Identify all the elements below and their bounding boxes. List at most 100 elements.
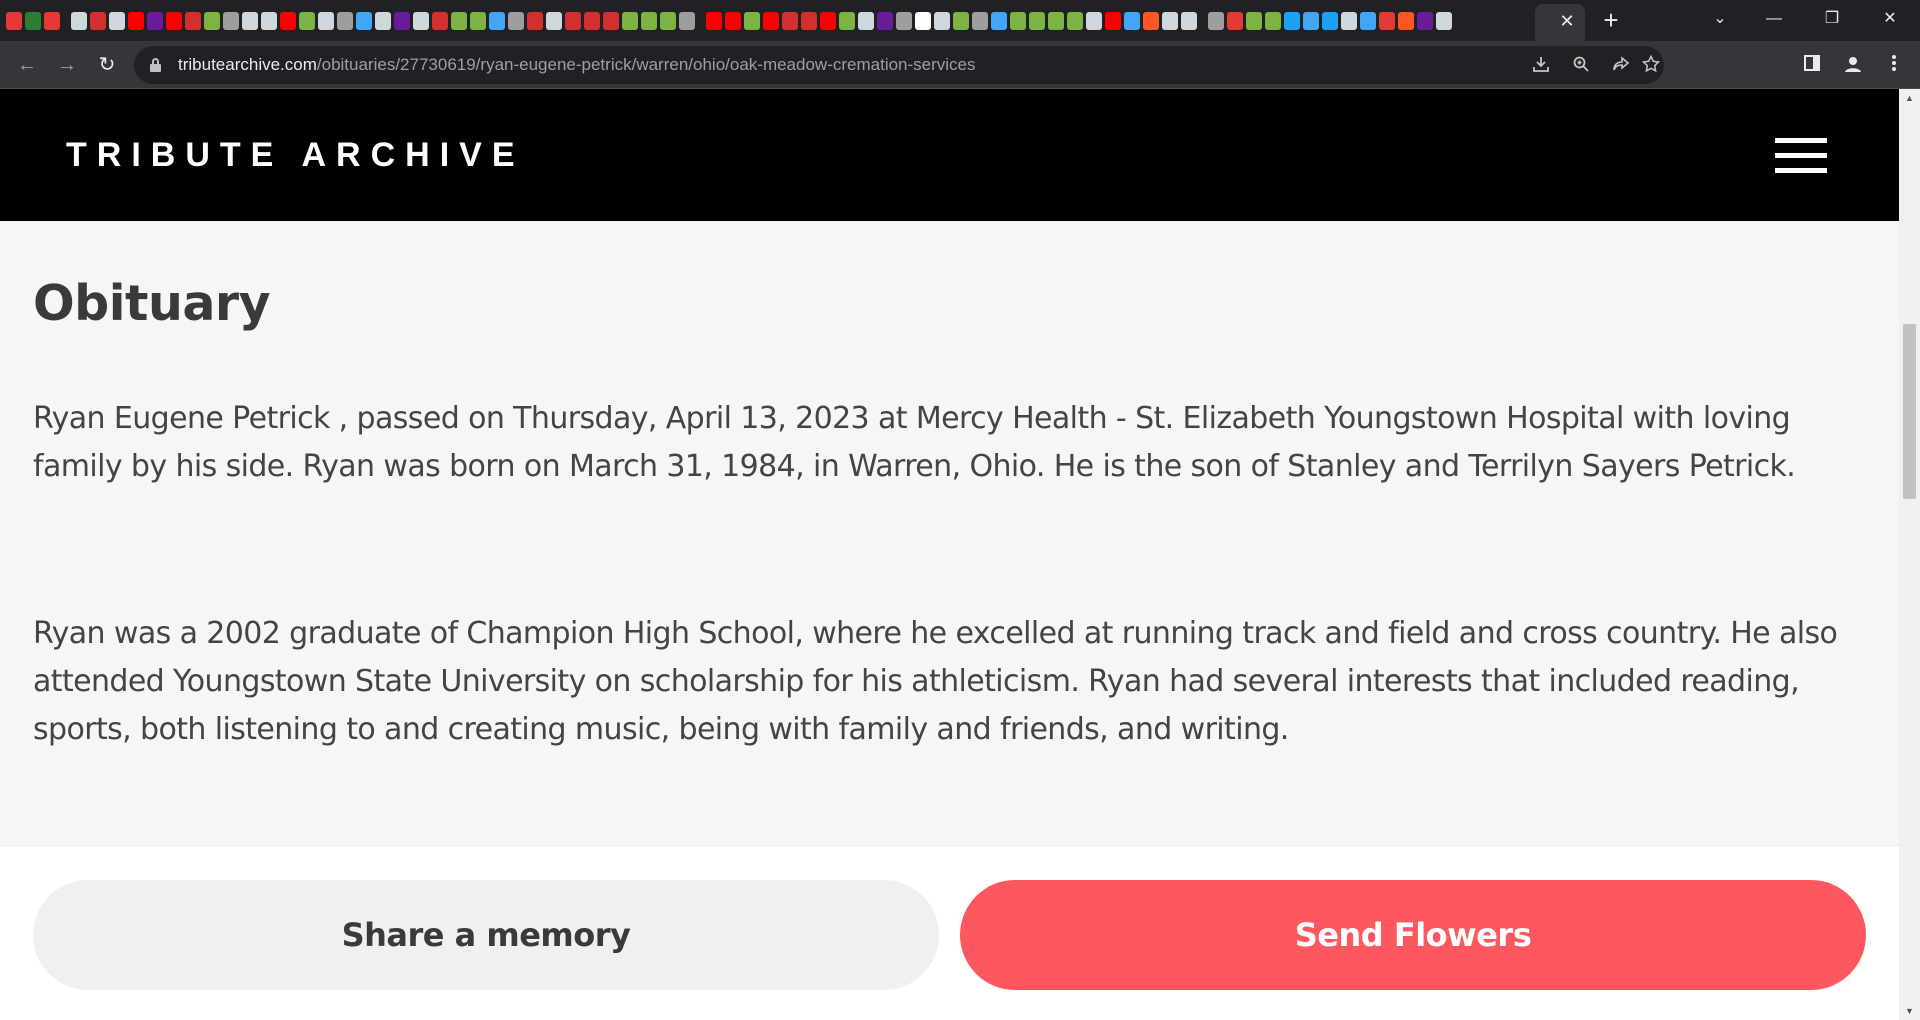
tab-favicon-icon[interactable]: [801, 12, 817, 30]
lock-icon[interactable]: [150, 58, 161, 72]
tab-favicon-icon[interactable]: [858, 12, 874, 30]
site-logo[interactable]: TRIBUTE ARCHIVE: [66, 133, 525, 177]
tab-favicon-icon[interactable]: [622, 12, 638, 30]
window-close-button[interactable]: ✕: [1867, 0, 1913, 38]
share-icon[interactable]: [1611, 55, 1631, 75]
tab-favicon-icon[interactable]: [6, 12, 22, 30]
tab-favicon-icon[interactable]: [318, 12, 334, 30]
tab-favicon-icon[interactable]: [1208, 12, 1224, 30]
star-icon[interactable]: [1641, 54, 1661, 75]
tab-favicon-icon[interactable]: [527, 12, 543, 30]
tab-search-button[interactable]: ⌄: [1697, 0, 1743, 38]
tab-favicon-icon[interactable]: [90, 12, 106, 30]
share-memory-button[interactable]: Share a memory: [33, 880, 939, 990]
tab-favicon-icon[interactable]: [1067, 12, 1083, 30]
tab-favicon-icon[interactable]: [1086, 12, 1102, 30]
address-bar[interactable]: tributearchive.com/obituaries/27730619/r…: [134, 46, 1664, 84]
tab-favicon-icon[interactable]: [299, 12, 315, 30]
send-flowers-button[interactable]: Send Flowers: [960, 880, 1866, 990]
tab-favicon-icon[interactable]: [782, 12, 798, 30]
tab-favicon-icon[interactable]: [109, 12, 125, 30]
tab-favicon-icon[interactable]: [1322, 12, 1338, 30]
tab-favicon-icon[interactable]: [261, 12, 277, 30]
tab-favicon-icon[interactable]: [877, 12, 893, 30]
tab-favicon-icon[interactable]: [508, 12, 524, 30]
tab-favicon-icon[interactable]: [896, 12, 912, 30]
tab-favicon-icon[interactable]: [44, 12, 60, 30]
download-icon[interactable]: [1531, 55, 1551, 75]
tab-favicon-icon[interactable]: [394, 12, 410, 30]
tab-favicon-icon[interactable]: [763, 12, 779, 30]
tab-favicon-icon[interactable]: [1284, 12, 1300, 30]
tab-favicon-icon[interactable]: [413, 12, 429, 30]
tab-favicon-icon[interactable]: [820, 12, 836, 30]
tab-favicon-icon[interactable]: [584, 12, 600, 30]
tab-favicon-icon[interactable]: [1265, 12, 1281, 30]
tab-favicon-icon[interactable]: [744, 12, 760, 30]
restore-button[interactable]: ❐: [1809, 0, 1855, 38]
tab-favicon-icon[interactable]: [375, 12, 391, 30]
tab-favicon-icon[interactable]: [1246, 12, 1262, 30]
new-tab-button[interactable]: +: [1597, 7, 1625, 35]
tab-favicon-icon[interactable]: [242, 12, 258, 30]
tab-favicon-icon[interactable]: [934, 12, 950, 30]
tab-favicon-icon[interactable]: [1398, 12, 1414, 30]
tab-favicon-icon[interactable]: [1048, 12, 1064, 30]
tab-favicon-icon[interactable]: [603, 12, 619, 30]
tab-favicon-icon[interactable]: [356, 12, 372, 30]
tab-favicon-icon[interactable]: [337, 12, 353, 30]
tab-favicon-icon[interactable]: [725, 12, 741, 30]
page-scrollbar[interactable]: ▲ ▼: [1899, 89, 1920, 1020]
tab-favicon-icon[interactable]: [432, 12, 448, 30]
tab-favicon-icon[interactable]: [1379, 12, 1395, 30]
back-button[interactable]: ←: [12, 50, 42, 80]
tab-favicon-icon[interactable]: [1341, 12, 1357, 30]
tab-favicon-icon[interactable]: [147, 12, 163, 30]
tab-favicon-icon[interactable]: [1143, 12, 1159, 30]
tab-favicon-icon[interactable]: [565, 12, 581, 30]
minimize-button[interactable]: —: [1751, 0, 1797, 38]
tab-favicon-icon[interactable]: [660, 12, 676, 30]
tab-favicon-icon[interactable]: [1417, 12, 1433, 30]
tab-favicon-icon[interactable]: [991, 12, 1007, 30]
tab-favicon-icon[interactable]: [953, 12, 969, 30]
profile-icon[interactable]: [1842, 54, 1864, 76]
tab-favicon-icon[interactable]: [915, 12, 931, 30]
tab-favicon-icon[interactable]: [1303, 12, 1319, 30]
side-panel-icon[interactable]: [1801, 54, 1823, 76]
tab-favicon-icon[interactable]: [1010, 12, 1026, 30]
scroll-up-icon[interactable]: ▲: [1899, 89, 1920, 107]
tab-close-icon[interactable]: ✕: [1556, 10, 1578, 32]
tab-favicon-icon[interactable]: [679, 12, 695, 30]
tab-favicon-icon[interactable]: [641, 12, 657, 30]
url-text[interactable]: tributearchive.com/obituaries/27730619/r…: [178, 46, 976, 84]
tab-favicon-icon[interactable]: [1360, 12, 1376, 30]
tab-favicon-icon[interactable]: [1162, 12, 1178, 30]
tab-favicon-icon[interactable]: [839, 12, 855, 30]
tab-favicon-icon[interactable]: [128, 12, 144, 30]
tab-favicon-icon[interactable]: [166, 12, 182, 30]
tab-favicon-icon[interactable]: [71, 12, 87, 30]
tab-favicon-icon[interactable]: [1227, 12, 1243, 30]
scroll-thumb[interactable]: [1903, 324, 1916, 499]
scroll-down-icon[interactable]: ▼: [1899, 1002, 1920, 1020]
tab-favicon-icon[interactable]: [1124, 12, 1140, 30]
tab-favicon-icon[interactable]: [25, 12, 41, 30]
hamburger-menu-icon[interactable]: [1775, 138, 1827, 174]
menu-icon[interactable]: [1883, 54, 1905, 76]
tab-favicon-icon[interactable]: [706, 12, 722, 30]
reload-button[interactable]: ↻: [92, 50, 122, 80]
tab-favicon-icon[interactable]: [223, 12, 239, 30]
tab-favicon-icon[interactable]: [204, 12, 220, 30]
tab-favicon-icon[interactable]: [280, 12, 296, 30]
tab-favicon-icon[interactable]: [1105, 12, 1121, 30]
tab-favicon-icon[interactable]: [972, 12, 988, 30]
tab-favicon-icon[interactable]: [489, 12, 505, 30]
tab-favicon-icon[interactable]: [470, 12, 486, 30]
tab-favicon-icon[interactable]: [1436, 12, 1452, 30]
zoom-icon[interactable]: [1571, 55, 1591, 75]
forward-button[interactable]: →: [52, 50, 82, 80]
tab-favicon-icon[interactable]: [546, 12, 562, 30]
tab-favicon-icon[interactable]: [1181, 12, 1197, 30]
tab-favicon-icon[interactable]: [1029, 12, 1045, 30]
